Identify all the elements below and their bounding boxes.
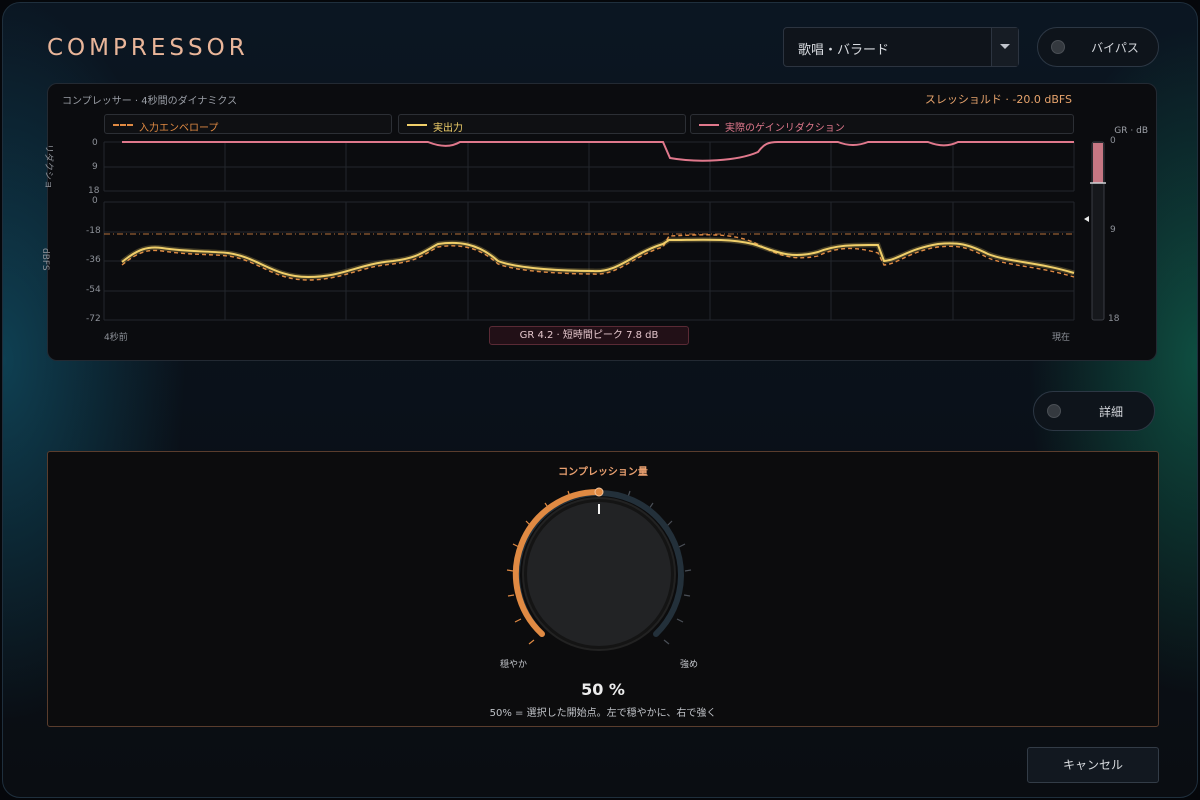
compressor-window: COMPRESSOR 歌唱・バラード バイパス コンプレッサー · 4秒間のダイ…	[2, 2, 1198, 798]
knob-value-dot	[594, 487, 604, 497]
threshold-marker-icon	[1084, 216, 1089, 222]
compression-knob-svg	[506, 487, 692, 651]
preset-select[interactable]: 歌唱・バラード	[783, 27, 1019, 67]
detail-toggle[interactable]: 詳細	[1033, 391, 1155, 431]
meter-tick: 9	[1110, 225, 1116, 235]
soft-label: 穏やか	[500, 660, 528, 670]
preset-dropdown-button[interactable]	[991, 28, 1018, 66]
compression-panel: コンプレッション量 穏やか 強め 50 % 50% = 選択した開始点。左で穏や…	[47, 451, 1159, 727]
level-tick: 0	[92, 196, 98, 206]
gr-grid	[103, 141, 1075, 321]
output-trace	[121, 238, 1075, 279]
toggle-indicator-icon	[1051, 40, 1065, 54]
level-axis-label: dBFS	[40, 248, 50, 271]
level-tick: -36	[86, 255, 101, 265]
compression-value: 50 %	[581, 680, 625, 699]
level-tick: -54	[86, 285, 101, 295]
bypass-toggle[interactable]: バイパス	[1037, 27, 1159, 67]
gr-meter-fill	[1093, 143, 1103, 183]
meter-tick: 0	[1110, 136, 1116, 146]
gain-reduction-trace	[122, 141, 1074, 162]
cancel-button[interactable]: キャンセル	[1027, 747, 1159, 783]
time-start-label: 4秒前	[104, 333, 128, 343]
dynamics-scope: コンプレッサー · 4秒間のダイナミクス スレッショルド · -20.0 dBF…	[40, 83, 1157, 361]
knob-face	[527, 502, 671, 646]
time-end-label: 現在	[1052, 333, 1071, 343]
detail-label: 詳細	[1098, 405, 1123, 419]
gr-tick-18: 18	[88, 186, 100, 196]
preset-value: 歌唱・バラード	[798, 43, 890, 58]
gr-tick-0: 0	[92, 138, 98, 148]
gr-readout-badge: GR 4.2 · 短時間ピーク 7.8 dB	[489, 326, 689, 345]
hard-label: 強め	[680, 660, 699, 670]
meter-tick: 18	[1108, 314, 1120, 324]
scope-plot	[103, 141, 1106, 321]
toggle-indicator-icon	[1047, 404, 1061, 418]
compression-hint: 50% = 選択した開始点。左で穏やかに、右で強く	[489, 708, 717, 719]
chevron-down-icon	[1000, 44, 1010, 49]
gr-axis-label: リダクショ	[43, 144, 53, 190]
meter-label: GR · dB	[1114, 126, 1148, 136]
bypass-label: バイパス	[1091, 41, 1139, 55]
level-tick: -72	[86, 314, 101, 324]
level-tick: -18	[86, 226, 101, 236]
gr-tick-9: 9	[92, 162, 98, 172]
app-title: COMPRESSOR	[47, 35, 249, 61]
